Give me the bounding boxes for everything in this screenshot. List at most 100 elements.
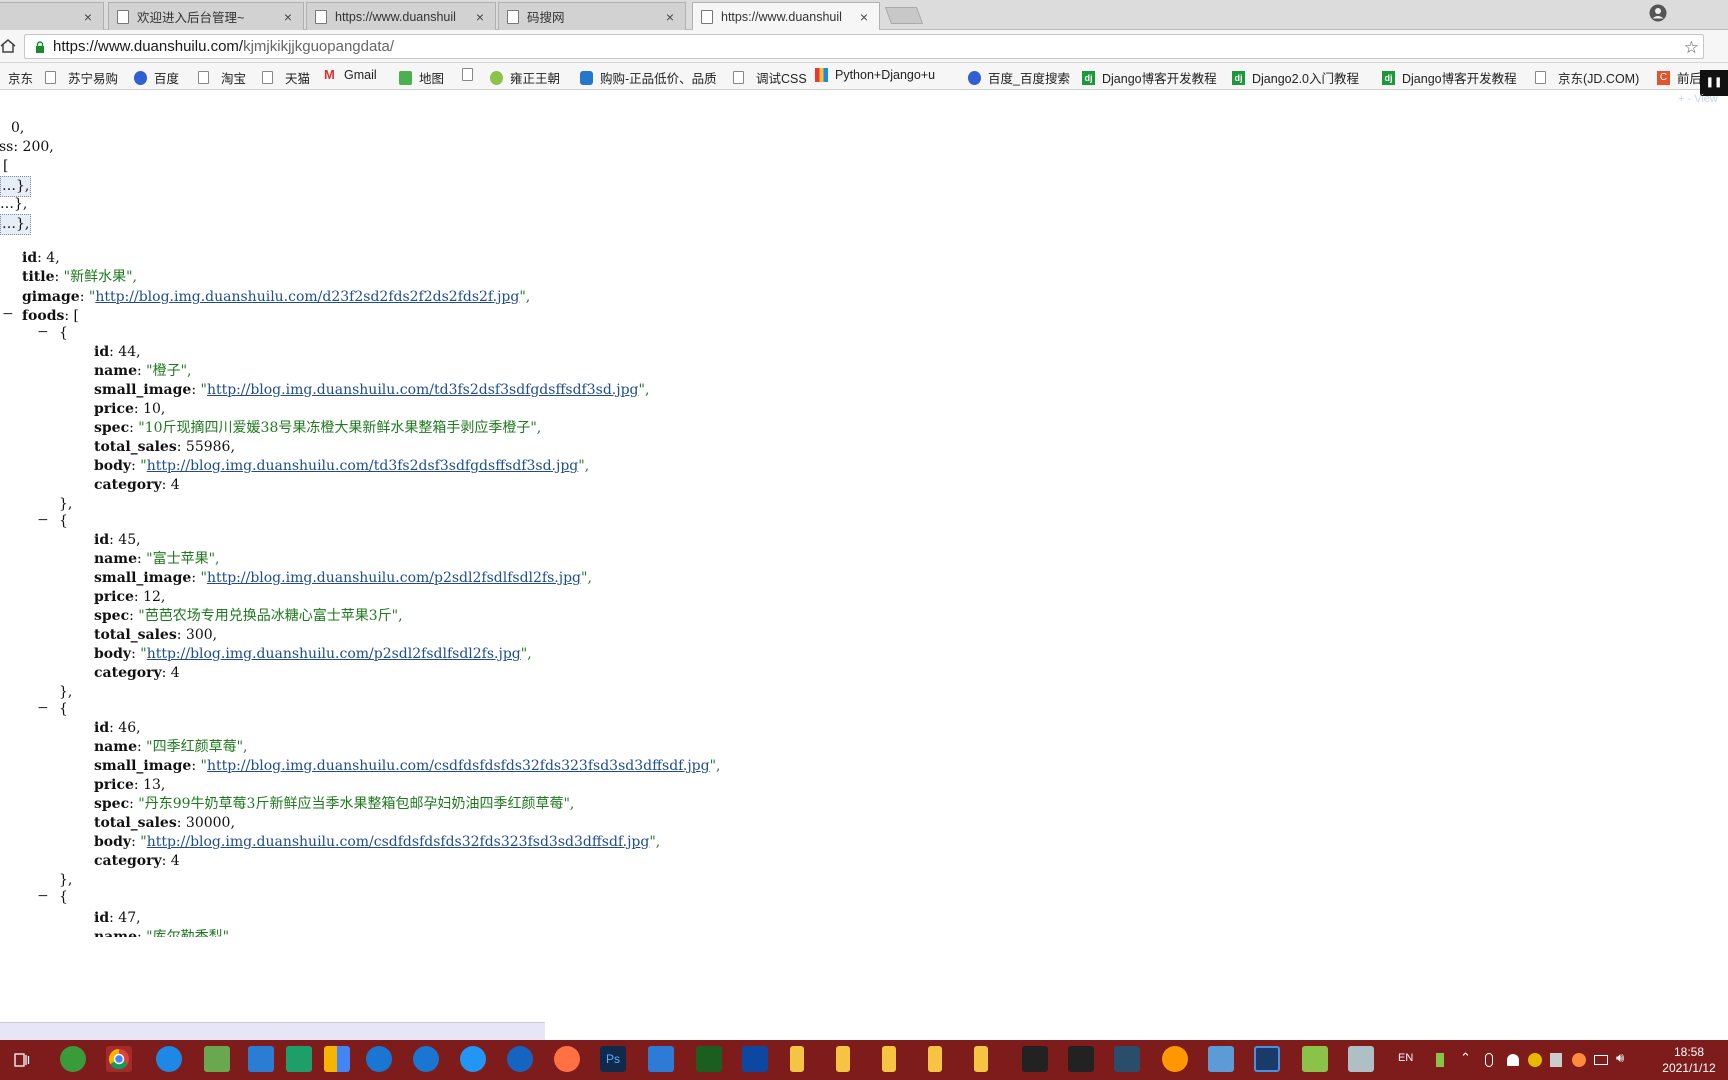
bookmark-django-blog-1[interactable]: dj Django博客开发教程: [1082, 68, 1217, 87]
profile-icon[interactable]: [1649, 4, 1667, 22]
bookmark-blank[interactable]: [462, 68, 480, 81]
bookmark-gmail[interactable]: M Gmail: [324, 68, 377, 83]
new-tab-button[interactable]: [884, 7, 924, 24]
json-value: 4,: [46, 250, 60, 266]
vscode-icon[interactable]: [248, 1046, 274, 1072]
app-gray-icon[interactable]: [1348, 1046, 1374, 1072]
webstorm-icon[interactable]: [742, 1046, 768, 1072]
bookmark-taobao[interactable]: 淘宝: [198, 68, 246, 87]
input-language[interactable]: EN: [1398, 1052, 1413, 1064]
qq-browser-icon[interactable]: [156, 1046, 182, 1072]
folder-icon-2[interactable]: [836, 1046, 850, 1072]
folder-icon-3[interactable]: [882, 1046, 896, 1072]
collapse-toggle[interactable]: −: [37, 512, 49, 528]
bookmark-star-icon[interactable]: ☆: [1684, 38, 1699, 58]
tab-2[interactable]: https://www.duanshuil ×: [306, 2, 496, 30]
collapse-toggle[interactable]: −: [37, 700, 49, 716]
wps-icon[interactable]: [648, 1046, 674, 1072]
bookmark-django-blog-2[interactable]: dj Django博客开发教程: [1382, 68, 1517, 87]
tray-app-icon-2[interactable]: [1550, 1053, 1562, 1067]
json-key: gimage: [22, 289, 80, 305]
address-bar[interactable]: https://www.duanshuilu.com/kjmjkikjjkguo…: [24, 34, 1704, 59]
json-key: name: [94, 551, 137, 567]
ie-icon-2[interactable]: [413, 1046, 439, 1072]
tab-3[interactable]: 码搜网 ×: [498, 2, 686, 30]
json-key: price: [94, 589, 134, 605]
bookmark-jd-com[interactable]: 京东(JD.COM): [1535, 68, 1639, 87]
bookmark-debug-css[interactable]: 调试CSS: [733, 68, 807, 87]
collapse-toggle[interactable]: −: [2, 306, 14, 322]
bookmark-tmall[interactable]: 天猫: [262, 68, 310, 87]
app-green-icon[interactable]: [1302, 1046, 1328, 1072]
bookmark-goushop[interactable]: 购购-正品低价、品质: [580, 68, 717, 87]
bookmark-python-django[interactable]: Python+Django+u: [815, 68, 935, 82]
bookmark-yongzheng[interactable]: 雍正王朝: [490, 68, 560, 87]
bookmark-suning[interactable]: 苏宁易购: [45, 68, 118, 87]
collapse-toggle[interactable]: −: [37, 888, 49, 904]
bookmark-frontend[interactable]: C 前后: [1657, 68, 1702, 87]
bookmark-jd[interactable]: 京东: [8, 68, 33, 87]
chevron-up-icon[interactable]: ⌃: [1460, 1050, 1471, 1066]
terminal-icon[interactable]: [1022, 1046, 1048, 1072]
terminal-icon-2[interactable]: [1068, 1046, 1094, 1072]
installer-icon[interactable]: [1114, 1046, 1140, 1072]
volume-icon[interactable]: 🔊︎: [1616, 1050, 1624, 1066]
folder-icon[interactable]: [790, 1046, 804, 1072]
json-link[interactable]: http://blog.img.duanshuilu.com/td3fs2dsf…: [147, 458, 579, 474]
app-360-icon[interactable]: [60, 1046, 86, 1072]
pycharm-icon[interactable]: [696, 1046, 722, 1072]
store-icon[interactable]: [324, 1046, 350, 1072]
json-link[interactable]: http://blog.img.duanshuilu.com/csdfdsfds…: [207, 758, 710, 774]
system-clock[interactable]: 18:58 2021/1/12: [1654, 1044, 1724, 1076]
notepad-icon[interactable]: [204, 1046, 230, 1072]
task-view-icon[interactable]: [14, 1052, 30, 1068]
app-orange-icon[interactable]: [1162, 1046, 1188, 1072]
firefox-icon[interactable]: [554, 1046, 580, 1072]
notification-bell-icon[interactable]: [1507, 1054, 1519, 1066]
bookmark-baidu[interactable]: 百度: [134, 68, 179, 87]
tab-close-icon[interactable]: ×: [81, 9, 95, 25]
json-link[interactable]: http://blog.img.duanshuilu.com/d23f2sd2f…: [95, 289, 519, 305]
tab-close-icon[interactable]: ×: [663, 9, 677, 25]
network-icon[interactable]: [1594, 1055, 1608, 1065]
sogou-icon[interactable]: [460, 1046, 486, 1072]
browser-s-icon[interactable]: [507, 1046, 533, 1072]
tab-active[interactable]: https://www.duanshuil ×: [692, 2, 880, 31]
url-host: https://www.duanshuilu.com/: [53, 38, 244, 55]
microphone-icon[interactable]: [1485, 1053, 1493, 1067]
app-blue-icon[interactable]: [1208, 1046, 1234, 1072]
collapsed-object[interactable]: …},: [0, 176, 32, 197]
tray-app-icon-3[interactable]: [1572, 1053, 1586, 1067]
json-link[interactable]: http://blog.img.duanshuilu.com/p2sdl2fsd…: [147, 646, 521, 662]
folder-icon-4[interactable]: [928, 1046, 942, 1072]
collapse-toggle[interactable]: −: [37, 324, 49, 340]
json-link[interactable]: http://blog.img.duanshuilu.com/csdfdsfds…: [147, 834, 650, 850]
media-player-icon[interactable]: [1254, 1046, 1280, 1072]
tab-1[interactable]: 欢迎进入后台管理~ ×: [108, 2, 304, 30]
battery-icon[interactable]: [1436, 1053, 1444, 1067]
tab-0[interactable]: ×: [0, 2, 104, 30]
tab-close-icon[interactable]: ×: [281, 9, 295, 25]
json-value: 45,: [118, 532, 141, 548]
json-line: 0,: [11, 120, 25, 136]
bookmark-map[interactable]: 地图: [399, 68, 444, 87]
bookmark-baidu-search[interactable]: 百度_百度搜索: [968, 68, 1070, 87]
tray-app-icon[interactable]: [1528, 1053, 1542, 1067]
tab-close-icon[interactable]: ×: [857, 9, 871, 25]
bookmark-django2[interactable]: dj Django2.0入门教程: [1232, 68, 1359, 87]
url-text[interactable]: https://www.duanshuilu.com/kjmjkikjjkguo…: [53, 38, 394, 55]
home-icon[interactable]: [0, 38, 16, 54]
ie-icon[interactable]: [366, 1046, 392, 1072]
photoshop-icon[interactable]: Ps: [600, 1046, 626, 1072]
bookmark-label: 天猫: [285, 72, 311, 86]
horizontal-scrollbar[interactable]: [0, 1022, 545, 1040]
visual-studio-icon[interactable]: [286, 1046, 312, 1072]
tab-close-icon[interactable]: ×: [473, 9, 487, 25]
chrome-icon[interactable]: [106, 1046, 132, 1072]
json-link[interactable]: http://blog.img.duanshuilu.com/td3fs2dsf…: [207, 382, 639, 398]
collapsed-object[interactable]: …},: [0, 214, 32, 235]
json-link[interactable]: http://blog.img.duanshuilu.com/p2sdl2fsd…: [207, 570, 581, 586]
collapsed-object[interactable]: …},: [0, 195, 27, 214]
page-icon: [45, 71, 56, 84]
folder-icon-5[interactable]: [974, 1046, 988, 1072]
